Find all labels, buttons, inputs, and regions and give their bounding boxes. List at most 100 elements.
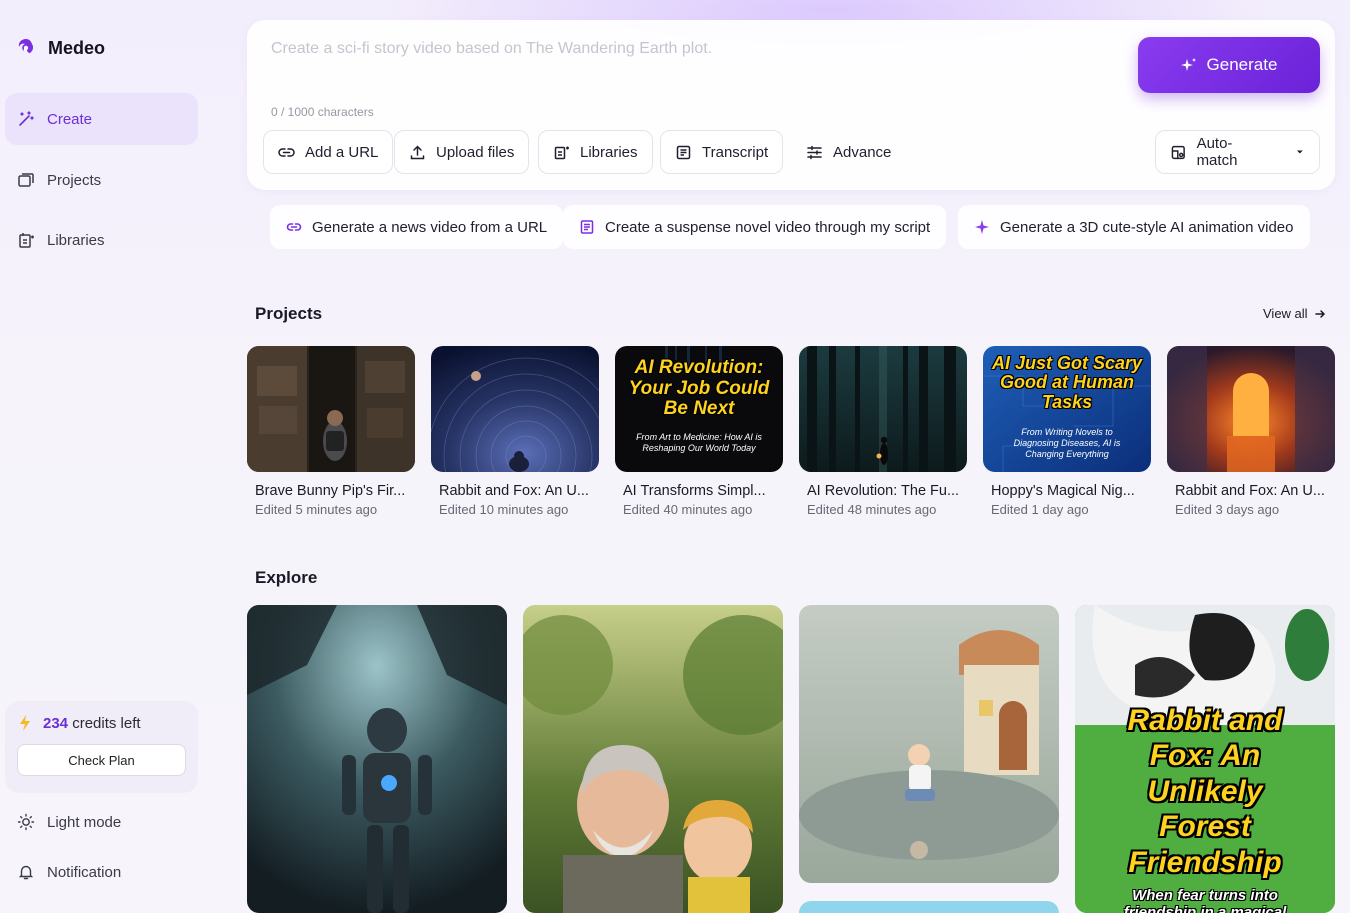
project-thumbnail xyxy=(247,346,415,472)
libraries-button[interactable]: Libraries xyxy=(538,130,653,174)
add-url-label: Add a URL xyxy=(305,143,379,161)
transcript-label: Transcript xyxy=(702,143,769,161)
libraries-label: Libraries xyxy=(580,143,638,161)
sidebar: Medeo Create Projects Libraries 234 cred… xyxy=(0,0,210,913)
suggestion-label: Create a suspense novel video through my… xyxy=(605,218,931,236)
sidebar-item-label: Projects xyxy=(47,171,102,189)
light-mode-label: Light mode xyxy=(47,813,122,831)
credits-label: credits left xyxy=(72,714,141,732)
view-all-link[interactable]: View all xyxy=(1263,306,1326,321)
explore-card[interactable]: Rabbit and Fox: An Unlikely Forest Frien… xyxy=(1075,605,1335,913)
explore-image xyxy=(523,605,783,913)
libraries-icon xyxy=(19,233,34,248)
project-edited-time: Edited 3 days ago xyxy=(1175,502,1280,517)
project-card[interactable]: Brave Bunny Pip's Fir... Edited 5 minute… xyxy=(247,346,415,517)
auto-match-select[interactable]: Auto-match xyxy=(1155,130,1320,174)
project-thumbnail: AI Revolution: Your Job Could Be Next Fr… xyxy=(615,346,783,472)
suggestion-label: Generate a news video from a URL xyxy=(312,218,548,236)
explore-card[interactable] xyxy=(799,605,1059,883)
character-count: 0 / 1000 characters xyxy=(271,105,374,119)
explore-card-partial[interactable] xyxy=(799,901,1059,913)
suggestion-news-video[interactable]: Generate a news video from a URL xyxy=(270,205,564,249)
view-all-label: View all xyxy=(1263,306,1308,321)
explore-heading: Explore xyxy=(255,568,318,587)
project-title: Hoppy's Magical Nig... xyxy=(991,483,1135,499)
arrow-right-icon xyxy=(1314,309,1325,318)
link-icon xyxy=(286,223,302,231)
suggestion-label: Generate a 3D cute-style AI animation vi… xyxy=(1000,218,1294,236)
explore-card[interactable] xyxy=(247,605,507,913)
generate-label: Generate xyxy=(1206,55,1278,74)
explore-image xyxy=(247,605,507,913)
advance-button[interactable]: Advance xyxy=(806,130,891,174)
project-title: Rabbit and Fox: An U... xyxy=(439,483,589,499)
sliders-icon xyxy=(807,145,822,159)
project-edited-time: Edited 10 minutes ago xyxy=(439,502,569,517)
suggestion-suspense-novel[interactable]: Create a suspense novel video through my… xyxy=(563,205,947,249)
prompt-input[interactable]: Create a sci-fi story video based on The… xyxy=(271,40,712,58)
thumbnail-subtitle: From Art to Medicine: How AI is Reshapin… xyxy=(636,432,762,453)
thumbnail-headline: AI Revolution: Your Job Could Be Next xyxy=(628,357,770,420)
project-edited-time: Edited 1 day ago xyxy=(991,502,1089,517)
project-card[interactable]: Rabbit and Fox: An U... Edited 10 minute… xyxy=(431,346,599,517)
sparkle-icon xyxy=(975,220,989,234)
upload-icon xyxy=(410,144,425,159)
project-edited-time: Edited 40 minutes ago xyxy=(623,502,753,517)
projects-heading: Projects xyxy=(255,304,323,323)
light-mode-toggle[interactable]: Light mode xyxy=(17,813,121,831)
notification-item[interactable]: Notification xyxy=(17,863,121,881)
notification-label: Notification xyxy=(47,863,122,881)
medeo-logo-icon xyxy=(18,39,34,53)
thumbnail-headline: AI Just Got Scary Good at Human Tasks xyxy=(991,353,1143,412)
sidebar-item-libraries[interactable]: Libraries xyxy=(5,214,198,266)
transcript-icon xyxy=(676,145,691,159)
sidebar-item-create[interactable]: Create xyxy=(5,93,198,145)
explore-card[interactable] xyxy=(523,605,783,913)
sidebar-item-label: Create xyxy=(47,110,93,128)
thumbnail-subtitle: From Writing Novels to Diagnosing Diseas… xyxy=(1013,427,1121,459)
upload-files-label: Upload files xyxy=(436,143,515,161)
generate-button[interactable]: Generate xyxy=(1138,37,1320,93)
project-thumbnail xyxy=(431,346,599,472)
projects-icon xyxy=(18,173,34,187)
libraries-icon xyxy=(554,146,569,159)
suggestion-3d-animation[interactable]: Generate a 3D cute-style AI animation vi… xyxy=(958,205,1310,249)
sparkle-icon xyxy=(1180,58,1196,71)
project-title: AI Transforms Simpl... xyxy=(623,483,766,499)
sun-icon xyxy=(17,813,35,831)
magic-wand-icon xyxy=(19,111,34,126)
explore-image xyxy=(799,605,1059,883)
project-thumbnail: AI Just Got Scary Good at Human Tasks Fr… xyxy=(983,346,1151,472)
project-card[interactable]: Rabbit and Fox: An U... Edited 3 days ag… xyxy=(1167,346,1335,517)
app-name: Medeo xyxy=(48,37,106,58)
credits-count: 234 xyxy=(43,714,69,732)
project-edited-time: Edited 5 minutes ago xyxy=(255,502,378,517)
upload-files-button[interactable]: Upload files xyxy=(394,130,530,174)
project-edited-time: Edited 48 minutes ago xyxy=(807,502,937,517)
project-thumbnail xyxy=(799,346,967,472)
project-title: Brave Bunny Pip's Fir... xyxy=(255,483,406,499)
explore-card-headline: Rabbit and Fox: An Unlikely Forest Frien… xyxy=(1127,704,1283,879)
project-card[interactable]: AI Revolution: The Fu... Edited 48 minut… xyxy=(799,346,967,517)
auto-match-icon xyxy=(1171,145,1185,159)
project-card[interactable]: AI Just Got Scary Good at Human Tasks Fr… xyxy=(983,346,1151,517)
brand[interactable]: Medeo xyxy=(14,36,105,60)
sidebar-item-label: Libraries xyxy=(47,231,105,249)
advance-label: Advance xyxy=(833,143,892,161)
auto-match-label: Auto-match xyxy=(1196,135,1238,169)
project-title: AI Revolution: The Fu... xyxy=(807,483,960,499)
check-plan-button[interactable]: Check Plan xyxy=(17,744,186,776)
document-icon xyxy=(580,220,594,234)
bell-icon xyxy=(18,865,34,880)
transcript-button[interactable]: Transcript xyxy=(660,130,784,174)
link-icon xyxy=(278,147,295,157)
caret-down-icon xyxy=(1297,150,1304,154)
project-title: Rabbit and Fox: An U... xyxy=(1175,483,1325,499)
sidebar-item-projects[interactable]: Projects xyxy=(5,154,198,206)
lightning-icon xyxy=(20,715,30,731)
explore-card-subtitle: When fear turns into friendship in a mag… xyxy=(1123,887,1287,913)
project-thumbnail xyxy=(1167,346,1335,472)
project-card[interactable]: AI Revolution: Your Job Could Be Next Fr… xyxy=(615,346,783,517)
add-url-button[interactable]: Add a URL xyxy=(263,130,394,174)
prompt-card: Create a sci-fi story video based on The… xyxy=(247,20,1335,190)
